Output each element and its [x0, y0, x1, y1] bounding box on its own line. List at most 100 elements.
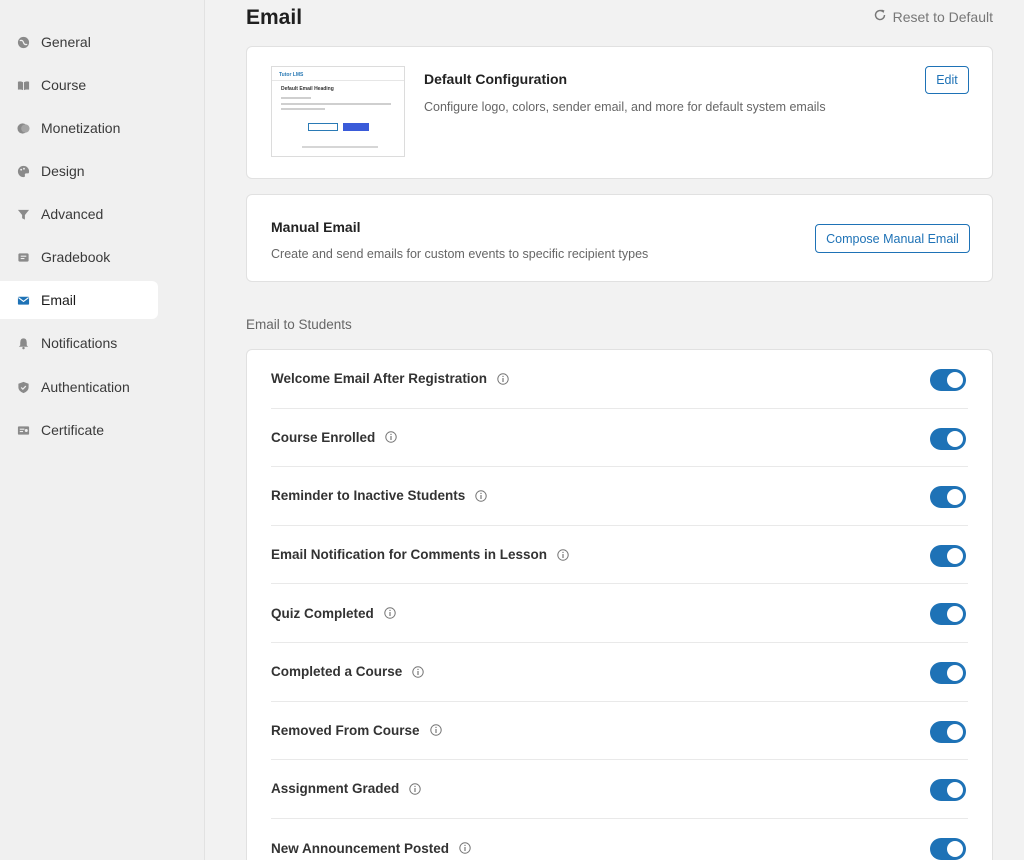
toggle-switch[interactable]: [930, 837, 966, 860]
sidebar-item-label: Authentication: [41, 379, 130, 395]
list-item: Email Notification for Comments in Lesso…: [271, 526, 968, 585]
sidebar-item-advanced[interactable]: Advanced: [0, 195, 158, 233]
list-item: Course Enrolled: [271, 409, 968, 468]
list-item: Reminder to Inactive Students: [271, 467, 968, 526]
preview-footer-line: [302, 146, 378, 148]
info-icon[interactable]: [557, 548, 569, 561]
sidebar-item-label: Gradebook: [41, 249, 111, 265]
email-settings-main: Email Reset to Default Tutor LMS Default…: [205, 0, 1024, 860]
gradebook-icon: [16, 250, 30, 264]
sidebar-item-email[interactable]: Email: [0, 281, 158, 319]
toggle-switch[interactable]: [930, 544, 966, 567]
list-item: Removed From Course: [271, 702, 968, 761]
toggle-knob: [947, 372, 963, 388]
list-item: Welcome Email After Registration: [271, 350, 968, 409]
list-item: Assignment Graded: [271, 760, 968, 819]
preview-text-line: [281, 108, 325, 110]
preview-heading: Default Email Heading: [281, 86, 334, 92]
preview-divider: [272, 80, 404, 81]
row-label: Email Notification for Comments in Lesso…: [271, 547, 548, 563]
email-template-preview: Tutor LMS Default Email Heading: [271, 66, 405, 157]
toggle-switch[interactable]: [930, 720, 966, 743]
sidebar-item-authentication[interactable]: Authentication: [0, 368, 158, 406]
sidebar-item-notifications[interactable]: Notifications: [0, 324, 158, 362]
preview-text-line: [281, 103, 391, 105]
toggle-knob: [947, 840, 963, 857]
info-icon[interactable]: [409, 783, 421, 795]
info-icon[interactable]: [497, 373, 509, 385]
book-icon: [16, 78, 30, 92]
shield-icon: [16, 380, 30, 394]
sidebar-item-label: Advanced: [41, 206, 104, 222]
manual-email-description: Create and send emails for custom events…: [271, 247, 649, 261]
list-item: New Announcement Posted: [271, 819, 968, 860]
sidebar-item-label: Notifications: [41, 335, 118, 351]
row-label: Completed a Course: [271, 664, 403, 680]
preview-text-line: [281, 97, 311, 99]
sidebar-item-monetization[interactable]: Monetization: [0, 109, 158, 147]
info-icon[interactable]: [475, 490, 487, 502]
toggle-knob: [947, 547, 963, 564]
toggle-knob: [947, 489, 963, 506]
preview-secondary-button: [308, 123, 338, 131]
manual-email-title: Manual Email: [271, 219, 361, 235]
preview-logo: Tutor LMS: [279, 72, 304, 78]
toggle-knob: [947, 723, 963, 740]
toggle-knob: [947, 782, 963, 799]
row-label: Removed From Course: [271, 722, 420, 738]
row-label: Reminder to Inactive Students: [271, 488, 466, 504]
row-label: New Announcement Posted: [271, 840, 450, 856]
coins-icon: [16, 121, 30, 135]
toggle-switch[interactable]: [930, 427, 966, 450]
filter-icon: [16, 207, 30, 221]
row-label: Welcome Email After Registration: [271, 371, 488, 387]
compose-manual-email-button[interactable]: Compose Manual Email: [815, 224, 970, 253]
reset-icon: [873, 8, 893, 25]
row-label: Assignment Graded: [271, 781, 400, 797]
certificate-icon: [16, 423, 30, 437]
sidebar-item-label: General: [41, 34, 91, 50]
page-title: Email: [246, 6, 303, 29]
toggle-knob: [947, 606, 963, 623]
sidebar-item-general[interactable]: General: [0, 23, 158, 61]
default-config-title: Default Configuration: [424, 71, 568, 87]
info-icon[interactable]: [384, 607, 396, 619]
bell-icon: [16, 336, 30, 350]
palette-icon: [16, 164, 30, 178]
toggle-knob: [947, 665, 963, 681]
email-to-students-heading: Email to Students: [246, 317, 352, 332]
settings-sidebar: General Course Monetization Design Advan…: [0, 0, 205, 860]
row-label: Course Enrolled: [271, 429, 376, 445]
toggle-switch[interactable]: [930, 369, 966, 391]
student-email-list: Welcome Email After Registration Course …: [246, 349, 993, 860]
globe-icon: [16, 35, 30, 49]
edit-button[interactable]: Edit: [925, 66, 969, 94]
info-icon[interactable]: [459, 842, 471, 854]
reset-to-default-button[interactable]: Reset to Default: [873, 8, 993, 25]
info-icon[interactable]: [385, 431, 397, 444]
sidebar-item-label: Design: [41, 163, 85, 179]
manual-email-card: Manual Email Create and send emails for …: [246, 194, 993, 282]
sidebar-item-label: Course: [41, 77, 87, 93]
row-label: Quiz Completed: [271, 605, 374, 621]
toggle-switch[interactable]: [930, 486, 966, 509]
list-item: Completed a Course: [271, 643, 968, 702]
toggle-knob: [947, 430, 963, 447]
sidebar-item-label: Certificate: [41, 422, 105, 438]
info-icon[interactable]: [412, 666, 424, 678]
toggle-switch[interactable]: [930, 662, 966, 684]
envelope-icon: [16, 293, 30, 307]
default-configuration-card: Tutor LMS Default Email Heading Default …: [246, 46, 993, 179]
reset-label: Reset to Default: [892, 8, 993, 25]
sidebar-item-label: Email: [41, 292, 77, 308]
list-item: Quiz Completed: [271, 584, 968, 643]
sidebar-item-label: Monetization: [41, 120, 121, 136]
preview-primary-button: [343, 123, 369, 131]
sidebar-item-design[interactable]: Design: [0, 152, 158, 190]
sidebar-item-certificate[interactable]: Certificate: [0, 411, 158, 449]
toggle-switch[interactable]: [930, 603, 966, 626]
toggle-switch[interactable]: [930, 779, 966, 802]
sidebar-item-gradebook[interactable]: Gradebook: [0, 238, 158, 276]
info-icon[interactable]: [429, 724, 442, 737]
sidebar-item-course[interactable]: Course: [0, 66, 158, 104]
